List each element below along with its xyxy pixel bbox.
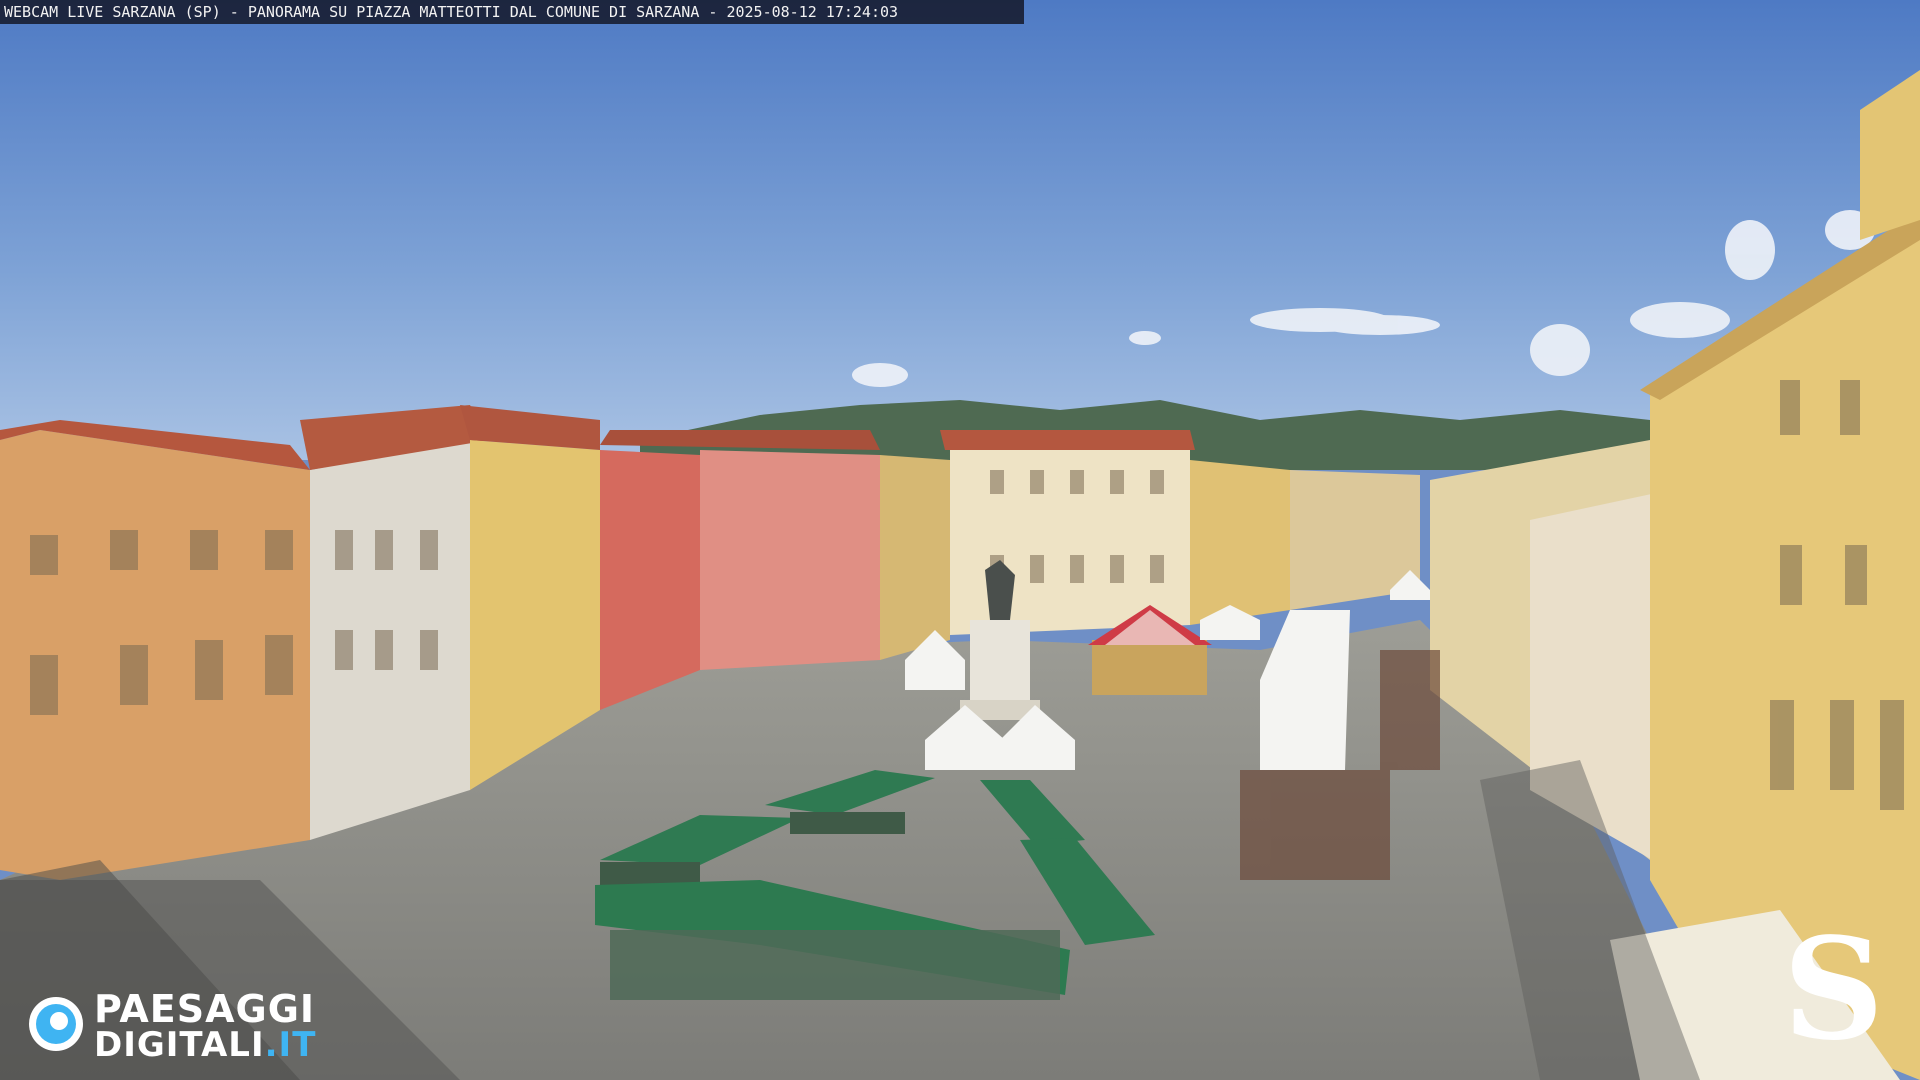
- brand-line2-main: DIGITALI: [94, 1025, 265, 1065]
- brand-line1: PAESAGGI: [94, 987, 316, 1031]
- eye-icon: [29, 997, 83, 1051]
- webcam-caption: WEBCAM LIVE SARZANA (SP) - PANORAMA SU P…: [0, 0, 1024, 24]
- brand-logo: PAESAGGI DIGITALI.IT: [26, 990, 346, 1062]
- webcam-scene: [0, 0, 1920, 1080]
- webcam-frame: WEBCAM LIVE SARZANA (SP) - PANORAMA SU P…: [0, 0, 1920, 1080]
- brand-line2: DIGITALI.IT: [94, 1028, 316, 1062]
- corner-logo: S: [1782, 908, 1884, 1072]
- sky: [0, 0, 1920, 460]
- brand-line2-suffix: .IT: [264, 1025, 317, 1065]
- brand-name: PAESAGGI DIGITALI.IT: [94, 990, 316, 1062]
